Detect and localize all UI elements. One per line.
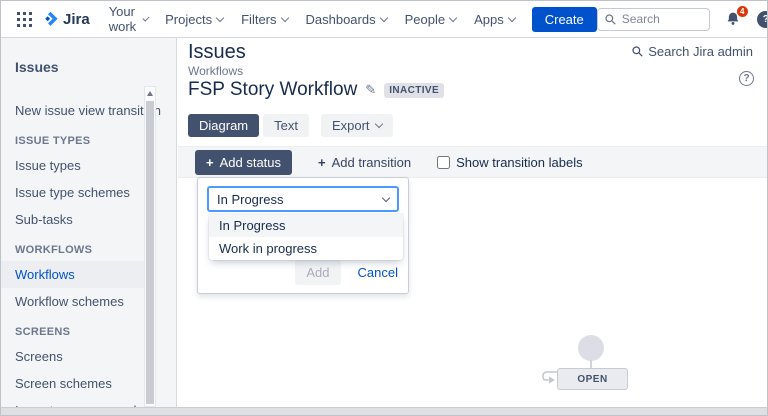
chevron-down-icon: [379, 13, 387, 21]
plus-icon: +: [318, 156, 326, 169]
status-node-open[interactable]: OPEN: [557, 368, 628, 390]
show-transition-labels-checkbox[interactable]: [437, 156, 450, 169]
jira-workflow-designer-window: Jira Your work Projects Filters Dashboar…: [0, 0, 768, 416]
nav-item-filters[interactable]: Filters: [232, 1, 296, 37]
chevron-down-icon: [216, 13, 224, 21]
show-transition-labels-control[interactable]: Show transition labels: [437, 155, 582, 170]
search-icon: [605, 14, 616, 25]
sidebar-item-workflows[interactable]: Workflows: [1, 261, 144, 288]
global-search-box[interactable]: [597, 8, 710, 31]
sidebar-item-screen-schemes[interactable]: Screen schemes: [1, 370, 144, 397]
chevron-down-icon: [507, 13, 515, 21]
global-search-input[interactable]: [622, 12, 702, 26]
tab-text[interactable]: Text: [263, 114, 309, 137]
tab-export[interactable]: Export: [321, 114, 393, 137]
initial-status-circle-node[interactable]: [578, 335, 604, 361]
grid-icon: [17, 12, 32, 27]
chevron-down-icon: [382, 193, 390, 201]
horizontal-scrollbar[interactable]: [1, 407, 767, 415]
jira-logo[interactable]: Jira: [38, 11, 100, 28]
sidebar-scrollbar[interactable]: [144, 86, 156, 407]
status-option-in-progress[interactable]: In Progress: [209, 214, 403, 237]
nav-item-your-work[interactable]: Your work: [100, 1, 156, 37]
jira-logo-text: Jira: [63, 11, 90, 28]
jira-logo-icon: [42, 11, 59, 28]
status-select[interactable]: In Progress: [207, 186, 399, 212]
sidebar-item-issue-type-screen-schemes[interactable]: Issue type screen schemes: [1, 397, 144, 407]
arrowhead-icon: [549, 377, 555, 384]
app-switcher-icon[interactable]: [11, 8, 38, 31]
add-transition-button[interactable]: + Add transition: [318, 155, 411, 170]
chevron-down-icon: [142, 14, 149, 21]
status-option-list: In Progress Work in progress: [209, 214, 403, 260]
chevron-down-icon: [374, 120, 382, 128]
workflow-toolbar: + Add status + Add transition Show trans…: [178, 146, 767, 178]
plus-icon: +: [206, 156, 214, 169]
search-jira-admin-link[interactable]: Search Jira admin: [632, 44, 753, 59]
add-button[interactable]: Add: [295, 260, 340, 285]
top-navigation: Jira Your work Projects Filters Dashboar…: [1, 1, 767, 38]
scrollbar-thumb[interactable]: [146, 101, 154, 404]
breadcrumb[interactable]: Workflows: [188, 64, 243, 78]
notifications-badge: 4: [736, 5, 749, 18]
view-mode-tabs: Diagram Text Export: [188, 114, 767, 137]
sidebar-item-new-issue-view-transition[interactable]: New issue view transition: [1, 97, 144, 124]
sidebar-item-issue-type-schemes[interactable]: Issue type schemes: [1, 179, 144, 206]
nav-item-people[interactable]: People: [396, 1, 465, 37]
admin-sidebar: Issues New issue view transition ISSUE T…: [1, 38, 177, 407]
status-option-work-in-progress[interactable]: Work in progress: [209, 237, 403, 260]
page-title: Issues: [188, 40, 246, 64]
page-help-button[interactable]: ?: [739, 71, 754, 86]
triangle-up-icon: [147, 91, 153, 96]
add-status-dialog: In Progress In Progress Work in progress…: [197, 177, 409, 294]
tab-diagram[interactable]: Diagram: [188, 114, 259, 137]
workflow-title: FSP Story Workflow: [188, 79, 357, 101]
create-button[interactable]: Create: [532, 7, 597, 32]
add-status-button[interactable]: + Add status: [195, 150, 292, 175]
search-icon: [632, 46, 643, 57]
chevron-down-icon: [280, 13, 288, 21]
sidebar-item-screens[interactable]: Screens: [1, 343, 144, 370]
status-badge: INACTIVE: [384, 83, 444, 98]
sidebar-item-workflow-schemes[interactable]: Workflow schemes: [1, 288, 144, 315]
nav-item-dashboards[interactable]: Dashboards: [297, 1, 396, 37]
notifications-button[interactable]: 4: [722, 7, 744, 31]
sidebar-title: Issues: [1, 38, 176, 75]
sidebar-item-issue-types[interactable]: Issue types: [1, 152, 144, 179]
nav-item-apps[interactable]: Apps: [465, 1, 524, 37]
nav-item-projects[interactable]: Projects: [156, 1, 232, 37]
status-select-value: In Progress: [217, 192, 283, 207]
edit-pencil-icon[interactable]: ✎: [365, 82, 376, 98]
show-transition-labels-label: Show transition labels: [456, 155, 582, 170]
scrollbar-up-arrow[interactable]: [145, 87, 155, 100]
help-button[interactable]: ? 3+: [755, 7, 768, 31]
cancel-button[interactable]: Cancel: [358, 265, 398, 280]
sidebar-item-sub-tasks[interactable]: Sub-tasks: [1, 206, 144, 233]
chevron-down-icon: [449, 13, 457, 21]
